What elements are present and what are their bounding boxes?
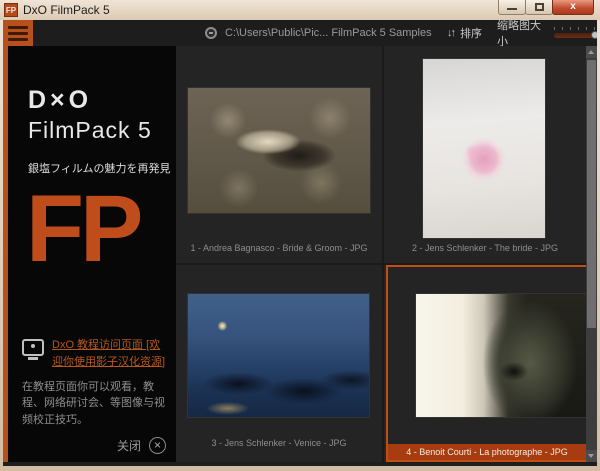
arrow-up-icon [588,50,594,54]
minimize-button[interactable] [498,0,526,15]
dxo-logo: D×O [28,86,93,114]
sidebar-close-label: 关闭 [116,439,141,453]
thumbnail-size-slider[interactable] [554,27,597,41]
app-area: C:\Users\Public\Pic... FilmPack 5 Sample… [3,20,597,466]
close-button[interactable]: x [552,0,594,15]
app-window: FP DxO FilmPack 5 x C:\Users\Public\Pic.… [0,0,600,471]
hamburger-icon [8,25,28,29]
sidebar: D×O FilmPack 5 銀塩フィルムの魅力を再発見 FP DxO 教程访问… [3,46,176,462]
window-controls: x [498,0,594,15]
thumbnail-image-la-photographe[interactable] [416,294,594,417]
selected-thumbnail-caption: 4 - Benoit Courti - La photographe - JPG [388,444,586,460]
breadcrumb[interactable]: C:\Users\Public\Pic... FilmPack 5 Sample… [205,20,432,46]
tagline: 銀塩フィルムの魅力を再発見 [28,163,171,175]
scroll-up-button[interactable] [586,46,597,58]
gallery-item-4-selected[interactable]: 4 - Benoit Courti - La photographe - JPG [386,265,594,462]
thumbnail-size-control: 缩略图大小 [497,20,597,48]
maximize-icon [535,3,544,11]
current-path: C:\Users\Public\Pic... FilmPack 5 Sample… [225,27,432,39]
thumbnail-image-the-bride[interactable] [423,59,545,238]
gallery-item-3[interactable]: 3 - Jens Schlenker - Venice - JPG [176,265,384,462]
arrow-down-icon [588,454,594,458]
gallery-item-1[interactable]: 1 - Andrea Bagnasco - Bride & Groom - JP… [176,46,384,265]
sort-control[interactable]: ↓↑ 排序 [447,20,482,46]
hamburger-menu-button[interactable] [3,20,33,46]
tutorial-link[interactable]: DxO 教程访问页面 [欢迎你使用影子汉化资源] [52,337,168,370]
close-circle-icon: × [149,437,166,454]
gallery-item-2[interactable]: 2 - Jens Schlenker - The bride - JPG [384,46,586,265]
vertical-scrollbar[interactable] [586,46,597,462]
thumbnail-caption: 1 - Andrea Bagnasco - Bride & Groom - JP… [190,243,368,253]
window-title: DxO FilmPack 5 [23,3,110,17]
slider-handle[interactable] [591,31,597,39]
title-bar: FP DxO FilmPack 5 x [0,0,600,20]
minimize-icon [507,8,517,10]
thumbnail-size-label: 缩略图大小 [497,20,541,48]
tutorial-block: DxO 教程访问页面 [欢迎你使用影子汉化资源] [22,337,168,370]
maximize-button[interactable] [525,0,553,15]
thumbnail-caption: 2 - Jens Schlenker - The bride - JPG [412,243,558,253]
brand-block: D×O FilmPack 5 [28,86,176,144]
scrollbar-thumb[interactable] [587,60,596,328]
thumbnail-caption: 3 - Jens Schlenker - Venice - JPG [211,438,347,448]
sort-label: 排序 [460,28,482,40]
toolbar: C:\Users\Public\Pic... FilmPack 5 Sample… [3,20,597,48]
product-name: FilmPack 5 [28,117,152,143]
slider-ticks [554,27,597,30]
folder-up-icon [205,27,217,39]
fp-monogram: FP [26,176,143,282]
tutorial-description: 在教程页面你可以观看，教程、网络研讨会、等图像与视频校正技巧。 [22,380,165,426]
scroll-down-button[interactable] [586,450,597,462]
sidebar-close[interactable]: 关闭 × [117,437,166,454]
sort-icon: ↓↑ [447,27,456,39]
thumbnail-image-venice[interactable] [188,294,369,417]
thumbnail-grid: 1 - Andrea Bagnasco - Bride & Groom - JP… [176,46,594,462]
app-icon: FP [4,3,18,17]
monitor-icon [22,339,44,360]
thumbnail-image-bride-groom[interactable] [188,88,370,213]
